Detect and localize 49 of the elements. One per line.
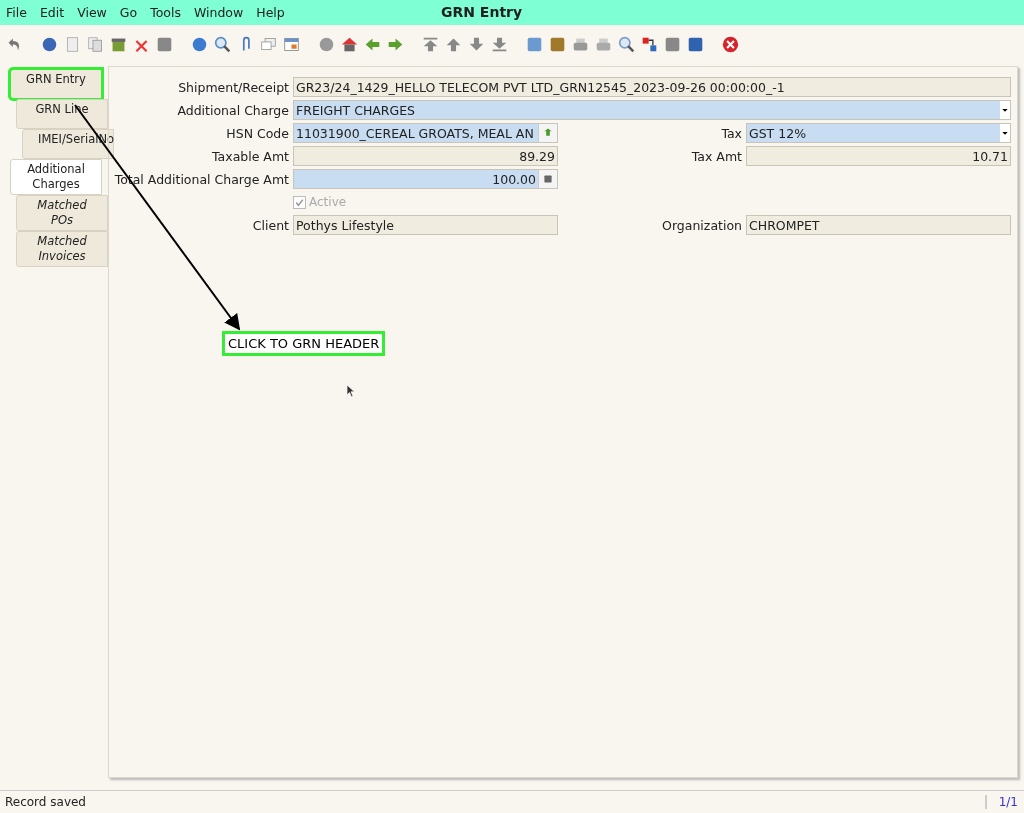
field-label: Tax bbox=[720, 125, 742, 141]
mouse-pointer-icon bbox=[346, 384, 356, 398]
menu-item[interactable]: Window bbox=[193, 5, 244, 20]
input-field[interactable]: GST 12% bbox=[746, 123, 1011, 143]
menu-item[interactable]: View bbox=[77, 5, 107, 20]
input-field[interactable]: 100.00 bbox=[293, 169, 558, 189]
down-arrow-icon[interactable] bbox=[468, 35, 485, 53]
close-icon[interactable] bbox=[722, 35, 739, 53]
menu-item[interactable]: Tools bbox=[150, 5, 181, 20]
tab[interactable]: Matched POs bbox=[16, 195, 108, 231]
status-message: Record saved bbox=[4, 795, 87, 809]
checkbox-label: Active bbox=[309, 195, 347, 209]
workflow-icon[interactable] bbox=[641, 35, 658, 53]
chat-icon[interactable] bbox=[260, 35, 277, 53]
last-record-icon[interactable] bbox=[491, 35, 508, 53]
input-field[interactable]: Pothys Lifestyle bbox=[293, 215, 558, 235]
home-icon[interactable] bbox=[341, 35, 358, 53]
window-title: GRN Entry bbox=[441, 4, 523, 20]
tab[interactable]: Additional Charges bbox=[10, 159, 102, 195]
input-field[interactable]: 10.71 bbox=[746, 146, 1011, 166]
copy-icon[interactable] bbox=[87, 35, 104, 53]
menu-item[interactable]: Go bbox=[119, 5, 138, 20]
input-field[interactable]: 11031900_CEREAL GROATS, MEAL AN bbox=[293, 123, 558, 143]
tab[interactable]: Matched Invoices bbox=[16, 231, 108, 267]
calendar-icon[interactable] bbox=[283, 35, 300, 53]
field-label: Shipment/Receipt bbox=[177, 79, 289, 95]
save-icon[interactable] bbox=[156, 35, 173, 53]
zoom-icon[interactable] bbox=[618, 35, 635, 53]
menu-item[interactable]: Edit bbox=[39, 5, 65, 20]
field-label: Organization bbox=[661, 217, 742, 233]
annotation-label: CLICK TO GRN HEADER bbox=[222, 331, 386, 356]
calculator-icon[interactable] bbox=[538, 170, 557, 188]
input-field[interactable]: 89.29 bbox=[293, 146, 558, 166]
lookup-icon[interactable] bbox=[538, 124, 557, 142]
record-counter: 1/1 bbox=[984, 795, 1024, 809]
new-document-icon[interactable] bbox=[64, 35, 81, 53]
field-label: Additional Charge bbox=[176, 102, 289, 118]
field-label: Tax Amt bbox=[690, 148, 742, 164]
first-record-icon[interactable] bbox=[422, 35, 439, 53]
input-field[interactable]: FREIGHT CHARGES bbox=[293, 100, 1011, 120]
input-field[interactable]: GR23/24_1429_HELLO TELECOM PVT LTD_GRN12545_2023-09-26 00:00:00_-1 bbox=[293, 77, 1011, 97]
circle-icon[interactable] bbox=[318, 35, 335, 53]
input-field[interactable]: CHROMPET bbox=[746, 215, 1011, 235]
menu-item[interactable]: Help bbox=[256, 5, 285, 20]
field-label: Taxable Amt bbox=[211, 148, 289, 164]
search-icon[interactable] bbox=[214, 35, 231, 53]
menu-item[interactable]: File bbox=[6, 5, 27, 20]
tab[interactable]: GRN Entry bbox=[10, 69, 102, 99]
field-label: Client bbox=[251, 217, 289, 233]
